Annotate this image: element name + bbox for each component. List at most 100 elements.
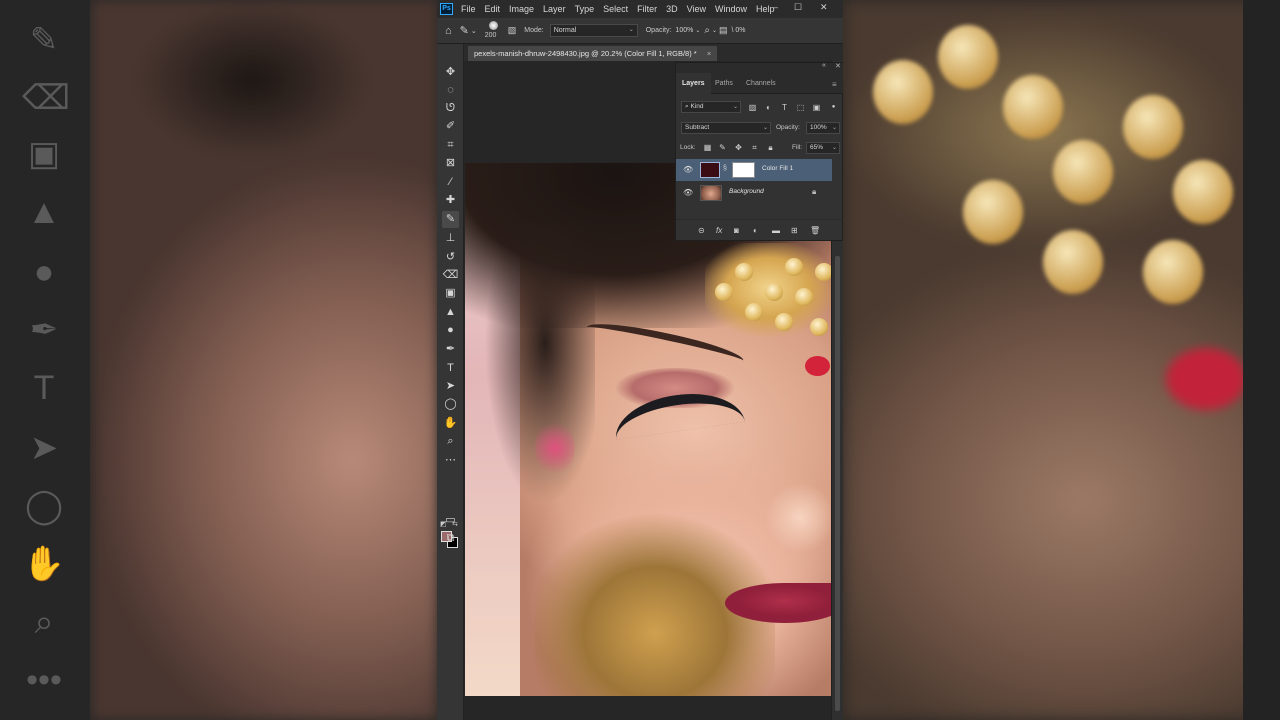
- chevron-down-icon[interactable]: ⌄: [471, 27, 477, 35]
- collapse-panel-icon[interactable]: «: [822, 62, 826, 69]
- blurred-more-icon: •••: [26, 661, 62, 699]
- filter-smartobject-icon[interactable]: ▣: [811, 102, 822, 113]
- maximize-button[interactable]: ☐: [794, 2, 802, 13]
- history-brush-tool-icon[interactable]: ↺: [442, 249, 459, 266]
- menu-filter[interactable]: Filter: [637, 4, 657, 14]
- menu-image[interactable]: Image: [509, 4, 534, 14]
- fx-icon[interactable]: fx: [716, 226, 722, 235]
- marquee-tool-icon[interactable]: ◌: [442, 82, 459, 99]
- close-panel-icon[interactable]: ✕: [835, 62, 841, 70]
- blurred-pearl: [1143, 240, 1203, 304]
- gradient-tool-icon[interactable]: ▣: [442, 285, 459, 302]
- chevron-down-icon[interactable]: ⌄: [712, 27, 717, 34]
- ellipse-tool-icon[interactable]: ◯: [442, 396, 459, 413]
- blurred-pearl: [873, 60, 933, 124]
- document-tab-bar: pexels-manish-dhruw-2498430.jpg @ 20.2% …: [464, 44, 843, 61]
- lock-artboard-icon[interactable]: ⌗: [749, 142, 760, 153]
- hand-tool-icon[interactable]: ✋: [442, 415, 459, 432]
- color-fill-thumbnail[interactable]: [700, 162, 720, 178]
- brush-tool-icon[interactable]: ✎: [442, 211, 459, 228]
- add-mask-icon[interactable]: ◙: [734, 226, 739, 235]
- menu-view[interactable]: View: [687, 4, 706, 14]
- zoom-tool-icon[interactable]: ⌕: [442, 433, 459, 450]
- mode-select[interactable]: Normal ⌄: [549, 24, 638, 37]
- tab-channels[interactable]: Channels: [740, 73, 782, 94]
- document-tab[interactable]: pexels-manish-dhruw-2498430.jpg @ 20.2% …: [468, 46, 718, 61]
- photo-pearl: [775, 313, 793, 331]
- fill-field[interactable]: 65% ⌄: [806, 142, 840, 154]
- layer-mask-thumbnail[interactable]: [732, 162, 755, 178]
- close-tab-icon[interactable]: ×: [707, 49, 711, 58]
- link-layers-icon[interactable]: ⊝: [698, 226, 705, 235]
- brush-tip-icon: [488, 20, 498, 30]
- pressure-opacity-icon[interactable]: ⌕: [704, 25, 710, 36]
- menu-type[interactable]: Type: [575, 4, 595, 14]
- move-tool-icon[interactable]: ✥: [442, 64, 459, 81]
- lock-pixels-icon[interactable]: ✎: [717, 142, 728, 153]
- opacity-value[interactable]: 100%: [675, 27, 693, 34]
- lock-all-icon[interactable]: 🔒︎: [765, 142, 776, 153]
- path-select-tool-icon[interactable]: ➤: [442, 378, 459, 395]
- filter-type-icon[interactable]: T: [779, 102, 790, 113]
- brush-preset-icon[interactable]: ✎: [460, 24, 469, 37]
- new-group-icon[interactable]: ▬: [772, 226, 780, 235]
- flow-icon[interactable]: ▤: [719, 25, 728, 36]
- chevron-down-icon[interactable]: ⌄: [695, 27, 700, 34]
- quick-select-tool-icon[interactable]: ✐: [442, 118, 459, 135]
- menu-file[interactable]: File: [461, 4, 476, 14]
- filter-adjustment-icon[interactable]: ◐: [763, 102, 774, 113]
- eyedropper-tool-icon[interactable]: ⁄: [442, 174, 459, 191]
- filter-toggle-icon[interactable]: ●: [828, 102, 839, 113]
- panel-menu-icon[interactable]: ≡: [832, 80, 837, 89]
- crop-tool-icon[interactable]: ⌗: [442, 137, 459, 154]
- frame-tool-icon[interactable]: ⊠: [442, 155, 459, 172]
- visibility-eye-icon[interactable]: 👁︎: [683, 188, 693, 197]
- blur-tool-icon[interactable]: ▲: [442, 304, 459, 321]
- document-canvas-image[interactable]: [465, 163, 831, 696]
- stamp-tool-icon[interactable]: ⊥: [442, 230, 459, 247]
- quick-mask-icon[interactable]: ▭: [442, 512, 459, 529]
- trash-icon[interactable]: 🗑︎: [810, 226, 820, 235]
- menu-select[interactable]: Select: [603, 4, 628, 14]
- filter-shape-icon[interactable]: ⬚: [795, 102, 806, 113]
- blurred-pearl: [963, 180, 1023, 244]
- screen-mode-icon[interactable]: ⧉: [442, 530, 459, 547]
- menu-window[interactable]: Window: [715, 4, 747, 14]
- smoothing-value[interactable]: \ 0%: [732, 27, 746, 34]
- pen-tool-icon[interactable]: ✒: [442, 341, 459, 358]
- brush-settings-icon[interactable]: ▧: [508, 25, 517, 36]
- layer-opacity-field[interactable]: 100% ⌄: [806, 122, 840, 134]
- visibility-eye-icon[interactable]: 👁︎: [683, 165, 693, 174]
- tab-paths[interactable]: Paths: [709, 73, 739, 94]
- type-tool-icon[interactable]: T: [442, 360, 459, 377]
- blurred-pearl: [1123, 95, 1183, 159]
- home-icon[interactable]: ⌂: [445, 25, 452, 37]
- minimize-button[interactable]: –: [773, 2, 778, 12]
- layer-row-color-fill[interactable]: 👁︎ § Color Fill 1: [676, 159, 832, 181]
- filter-kind-select[interactable]: ⌕ Kind ⌄: [681, 101, 741, 113]
- menu-layer[interactable]: Layer: [543, 4, 566, 14]
- healing-tool-icon[interactable]: ✚: [442, 192, 459, 209]
- layer-row-background[interactable]: 👁︎ Background 🔒︎: [676, 182, 832, 204]
- opacity-label: Opacity:: [645, 27, 672, 34]
- tab-layers[interactable]: Layers: [676, 73, 711, 94]
- brush-size-preview[interactable]: 200: [483, 20, 505, 42]
- menu-3d[interactable]: 3D: [666, 4, 678, 14]
- dodge-tool-icon[interactable]: ●: [442, 322, 459, 339]
- scrollbar-thumb[interactable]: [835, 256, 840, 711]
- lock-position-icon[interactable]: ✥: [733, 142, 744, 153]
- blend-mode-select[interactable]: Subtract ⌄: [681, 122, 771, 134]
- background-thumbnail[interactable]: [700, 185, 722, 201]
- adjustment-layer-icon[interactable]: ◐: [753, 226, 758, 235]
- menu-help[interactable]: Help: [756, 4, 775, 14]
- menu-edit[interactable]: Edit: [485, 4, 501, 14]
- lock-transparency-icon[interactable]: ▦: [702, 142, 713, 153]
- close-window-button[interactable]: ✕: [820, 2, 828, 13]
- eraser-tool-icon[interactable]: ⌫: [442, 267, 459, 284]
- lasso-tool-icon[interactable]: ᘎ: [442, 100, 459, 117]
- new-layer-icon[interactable]: ⊞: [791, 226, 798, 235]
- filter-pixel-icon[interactable]: ▨: [747, 102, 758, 113]
- more-tools-icon[interactable]: ⋯: [442, 452, 459, 469]
- chain-link-icon[interactable]: §: [723, 165, 727, 172]
- layers-bottom-toolbar: ⊝ fx ◙ ◐ ▬ ⊞ 🗑︎: [676, 219, 843, 242]
